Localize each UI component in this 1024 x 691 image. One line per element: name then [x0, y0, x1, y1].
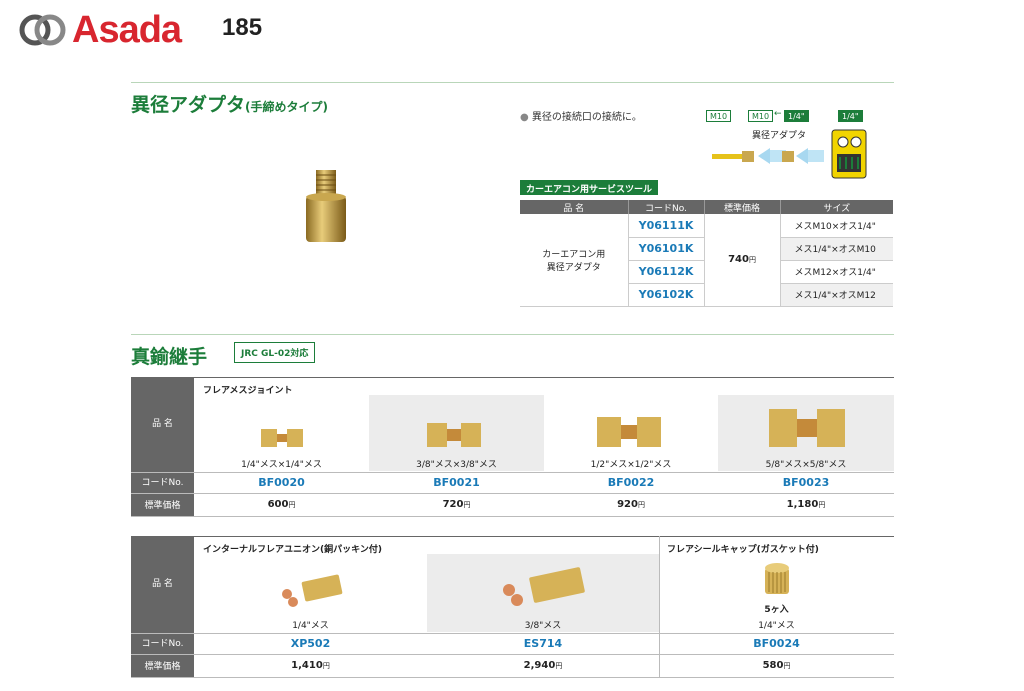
side-name: 品 名 — [131, 377, 194, 472]
code-y06112k: Y06112K — [628, 260, 705, 284]
brass-adapter-image — [306, 170, 346, 242]
side-code: コードNo. — [131, 633, 194, 654]
flare-joint-grid: 品 名 コードNo. 標準価格 フレアメスジョイント 1/4"メス×1/4"メス… — [131, 377, 894, 517]
tag-m10: M10 — [706, 110, 732, 122]
th-price: 標準価格 — [704, 200, 781, 214]
diagram-illustration — [712, 129, 867, 179]
union-quarter-image — [282, 574, 343, 607]
brand-logo: Asada — [18, 9, 182, 51]
union-grid: 品 名 コードNo. 標準価格 インターナルフレアユニオン(銅パッキン付) フレ… — [131, 536, 894, 678]
code-y06102k: Y06102K — [628, 283, 705, 307]
th-code: コードNo. — [628, 200, 705, 214]
item-label: 1/2"メス×1/2"メス — [590, 460, 672, 470]
code-bf0024: BF0024 — [753, 637, 800, 650]
price-1410: 1,410円 — [291, 660, 330, 671]
page-number: 185 — [222, 14, 263, 41]
price-cell: 740円 — [704, 214, 781, 307]
category-internal-union: インターナルフレアユニオン(銅パッキン付) — [203, 545, 382, 555]
brand-name: Asada — [72, 9, 182, 51]
adapter-diagram: M10 M10 ← 1/4" 1/4" 異径アダプタ — [704, 108, 894, 180]
section2-title: 真鍮継手 — [131, 346, 208, 368]
seal-cap-image — [765, 563, 789, 594]
price-600: 600円 — [267, 499, 296, 510]
asada-rings-icon — [19, 14, 66, 46]
size-cell: メスM12×オス1/4" — [780, 260, 893, 284]
th-size: サイズ — [780, 200, 893, 214]
side-price: 標準価格 — [131, 654, 194, 678]
side-name: 品 名 — [131, 536, 194, 633]
tag-m10-b: M10 — [748, 110, 774, 122]
code-bf0020: BF0020 — [258, 476, 305, 489]
item-label: 3/8"メス×3/8"メス — [416, 460, 497, 470]
tag-quarter-b: 1/4" — [838, 110, 863, 122]
category-flare-joint: フレアメスジョイント — [203, 386, 293, 396]
item-label: 1/4"メス — [758, 621, 795, 631]
category-seal-cap: フレアシールキャップ(ガスケット付) — [667, 545, 819, 555]
code-xp502: XP502 — [290, 637, 331, 650]
section1-rule — [131, 82, 894, 83]
flare-joint-3-8-image — [427, 423, 481, 447]
code-bf0023: BF0023 — [782, 476, 830, 489]
adapter-table: 品 名 コードNo. 標準価格 サイズ カーエアコン用 異径アダプタ Y06111… — [520, 200, 893, 307]
item-label: 3/8"メス — [524, 621, 562, 631]
side-code: コードNo. — [131, 472, 194, 493]
flare-joint-5-8-image — [769, 409, 845, 447]
price-580: 580円 — [762, 660, 791, 671]
jrc-badge: JRC GL-02対応 — [234, 342, 316, 363]
price-1180: 1,180円 — [786, 499, 826, 510]
size-cell: メス1/4"×オスM10 — [780, 237, 893, 261]
arrow-left-icon: ← — [774, 109, 782, 119]
item-label: 1/4"メス — [292, 621, 329, 631]
section1-title-sub: (手締めタイプ) — [245, 100, 328, 114]
code-y06111k: Y06111K — [628, 214, 705, 238]
table-row: カーエアコン用 異径アダプタ Y06111K 740円 メスM10×オス1/4" — [520, 214, 893, 307]
section2-rule — [131, 334, 894, 335]
size-cell: メスM10×オス1/4" — [780, 214, 893, 238]
price-720: 720円 — [442, 499, 471, 510]
price-920: 920円 — [617, 499, 645, 510]
code-y06101k: Y06101K — [628, 237, 705, 261]
item-label: 5/8"メス×5/8"メス — [765, 460, 847, 470]
code-es714: ES714 — [523, 637, 563, 650]
size-cell: メス1/4"×オスM12 — [780, 283, 893, 307]
section1-title: 異径アダプタ(手締めタイプ) — [131, 94, 328, 116]
code-bf0022: BF0022 — [607, 476, 655, 489]
flare-joint-half-image — [597, 417, 661, 447]
th-name: 品 名 — [520, 200, 629, 214]
side-price: 標準価格 — [131, 493, 194, 517]
flare-joint-quarter-image — [261, 429, 303, 447]
item-label: 1/4"メス×1/4"メス — [241, 460, 322, 470]
tag-quarter: 1/4" — [784, 110, 809, 122]
pack-note: 5ヶ入 — [764, 605, 789, 615]
code-bf0021: BF0021 — [433, 476, 480, 489]
product-name-cell: カーエアコン用 異径アダプタ — [520, 214, 629, 307]
union-3-8-image — [503, 567, 585, 606]
price-2940: 2,940円 — [523, 660, 563, 671]
bullet-note: ● 異径の接続口の接続に。 — [520, 112, 642, 123]
tool-category-label: カーエアコン用サービスツール — [520, 180, 659, 195]
